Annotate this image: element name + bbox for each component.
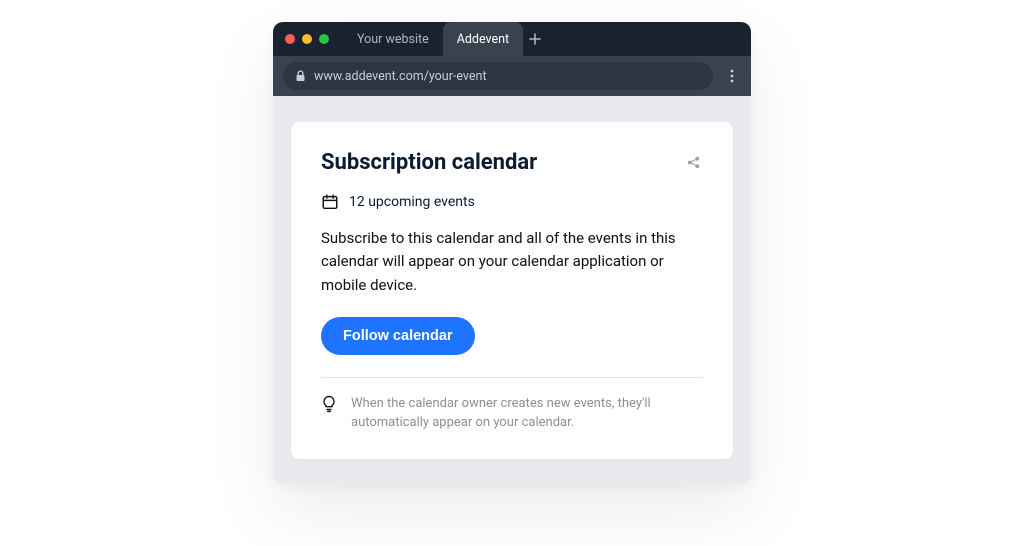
calendar-card: Subscription calendar <box>291 122 733 459</box>
browser-titlebar: Your website Addevent <box>273 22 751 56</box>
browser-window: Your website Addevent www.addevent.com/y… <box>273 22 751 483</box>
address-bar[interactable]: www.addevent.com/your-event <box>283 62 713 90</box>
divider <box>321 377 703 378</box>
maximize-window-icon[interactable] <box>319 34 329 44</box>
page-title: Subscription calendar <box>321 150 537 175</box>
share-icon <box>686 155 701 170</box>
tab-addevent[interactable]: Addevent <box>443 22 523 56</box>
follow-calendar-button[interactable]: Follow calendar <box>321 317 475 355</box>
lock-icon <box>295 70 306 82</box>
close-window-icon[interactable] <box>285 34 295 44</box>
browser-tabs: Your website Addevent <box>343 22 547 56</box>
minimize-window-icon[interactable] <box>302 34 312 44</box>
new-tab-button[interactable] <box>523 22 547 56</box>
url-text: www.addevent.com/your-event <box>314 69 487 84</box>
stage: Your website Addevent www.addevent.com/y… <box>0 0 1024 546</box>
calendar-icon <box>321 193 339 211</box>
browser-toolbar: www.addevent.com/your-event <box>273 56 751 96</box>
lightbulb-icon <box>321 395 337 413</box>
page-viewport: Subscription calendar <box>273 96 751 483</box>
browser-menu-button[interactable] <box>723 62 741 90</box>
tip-text: When the calendar owner creates new even… <box>351 394 703 433</box>
tab-your-website[interactable]: Your website <box>343 22 443 56</box>
kebab-icon <box>730 69 734 83</box>
window-controls <box>285 34 329 44</box>
follow-calendar-label: Follow calendar <box>343 328 453 344</box>
tab-label: Your website <box>357 32 429 47</box>
upcoming-events-row: 12 upcoming events <box>321 193 703 211</box>
card-header: Subscription calendar <box>321 150 703 175</box>
calendar-description: Subscribe to this calendar and all of th… <box>321 227 703 297</box>
tab-label: Addevent <box>457 32 509 47</box>
upcoming-events-text: 12 upcoming events <box>349 194 475 210</box>
tip-row: When the calendar owner creates new even… <box>321 394 703 433</box>
plus-icon <box>529 33 541 45</box>
share-button[interactable] <box>683 153 703 173</box>
